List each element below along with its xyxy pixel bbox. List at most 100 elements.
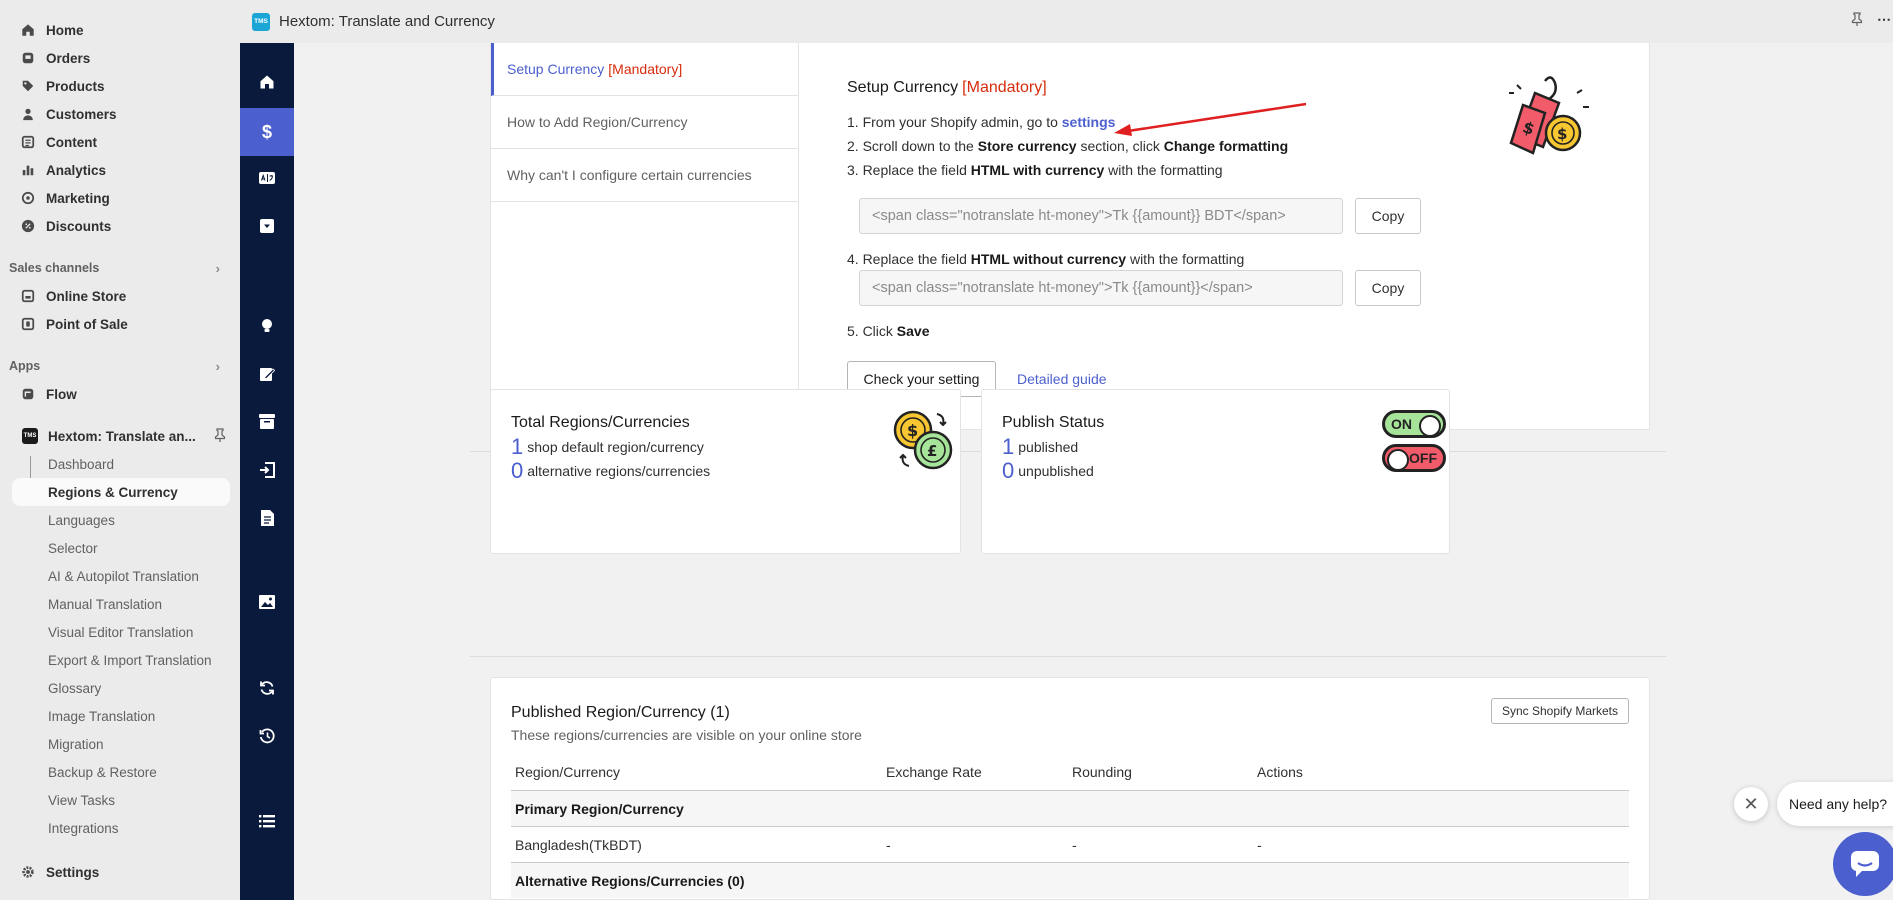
- off-toggle-label: OFF: [1409, 450, 1437, 466]
- copy-with-currency-button[interactable]: Copy: [1355, 198, 1421, 234]
- app-hextom-item[interactable]: TMS Hextom: Translate an...: [0, 422, 240, 450]
- sub-item-ai-autopilot[interactable]: AI & Autopilot Translation: [0, 562, 240, 590]
- nav-analytics-label: Analytics: [46, 162, 107, 178]
- sub-item-regions-currency[interactable]: Regions & Currency: [12, 478, 230, 506]
- shopify-sidebar: Home Orders Products Customers Content A…: [0, 0, 240, 900]
- chat-launcher-button[interactable]: [1833, 832, 1893, 896]
- pos-icon: [20, 316, 36, 332]
- tab-add-region-currency[interactable]: How to Add Region/Currency: [491, 96, 798, 149]
- app-sub-nav: Dashboard Regions & Currency Languages S…: [0, 450, 240, 842]
- gear-icon: [20, 864, 36, 880]
- dollar-icon: $: [261, 121, 272, 142]
- sub-item-image-translation[interactable]: Image Translation: [0, 702, 240, 730]
- rounding-cell: -: [1072, 836, 1077, 853]
- column-header-exchange-rate[interactable]: Exchange Rate: [886, 764, 982, 780]
- orders-icon: [20, 50, 36, 66]
- total-regions-card: Total Regions/Currencies 1 shop default r…: [490, 389, 961, 554]
- copy-without-currency-button[interactable]: Copy: [1355, 270, 1421, 306]
- nav-online-store[interactable]: Online Store: [0, 282, 240, 310]
- nav-orders[interactable]: Orders: [0, 44, 240, 72]
- main-content: Setup Currency [Mandatory] How to Add Re…: [294, 43, 1893, 900]
- on-toggle-label: ON: [1391, 416, 1412, 432]
- archive-icon: [259, 414, 275, 434]
- app-nav-languages[interactable]: [240, 156, 294, 204]
- total-regions-title: Total Regions/Currencies: [511, 414, 690, 431]
- app-nav-rail: $: [240, 43, 294, 900]
- column-header-actions[interactable]: Actions: [1257, 764, 1303, 780]
- app-nav-tasks[interactable]: [240, 800, 294, 848]
- nav-flow[interactable]: Flow: [0, 380, 240, 408]
- sub-item-languages[interactable]: Languages: [0, 506, 240, 534]
- tab-setup-currency[interactable]: Setup Currency [Mandatory]: [491, 43, 798, 96]
- chat-icon: [1851, 851, 1879, 877]
- sub-item-selector[interactable]: Selector: [0, 534, 240, 562]
- app-nav-selector[interactable]: [240, 204, 294, 252]
- sub-item-migration[interactable]: Migration: [0, 730, 240, 758]
- nav-marketing[interactable]: Marketing: [0, 184, 240, 212]
- actions-cell[interactable]: -: [1257, 837, 1262, 853]
- rate-cell: -: [886, 836, 891, 853]
- nav-discounts[interactable]: Discounts: [0, 212, 240, 240]
- history-icon: [259, 728, 275, 749]
- nav-settings[interactable]: Settings: [0, 858, 240, 886]
- pin-icon[interactable]: [1851, 12, 1863, 29]
- app-nav-currency[interactable]: $: [240, 108, 294, 156]
- chevron-right-icon: ›: [215, 358, 220, 374]
- price-tag-illustration-icon: $ $: [1509, 76, 1589, 155]
- more-options-icon[interactable]: ⋯: [1877, 11, 1891, 28]
- html-without-currency-field[interactable]: <span class="notranslate ht-money">Tk {{…: [859, 270, 1343, 306]
- step-4-text: 4. Replace the field: [847, 251, 971, 267]
- nav-home[interactable]: Home: [0, 16, 240, 44]
- app-title-bar: TMS Hextom: Translate and Currency ⋯: [240, 0, 1893, 43]
- sub-item-dashboard[interactable]: Dashboard: [0, 450, 240, 478]
- chevron-right-icon: ›: [215, 260, 220, 276]
- published-region-title: Published Region/Currency (1): [511, 704, 730, 721]
- app-nav-backup[interactable]: [240, 714, 294, 762]
- app-nav-manual[interactable]: [240, 352, 294, 400]
- person-icon: [20, 106, 36, 122]
- chat-close-button[interactable]: ✕: [1734, 787, 1768, 821]
- tag-icon: [20, 78, 36, 94]
- published-stat: 1 published: [1002, 434, 1078, 460]
- chat-help-bubble[interactable]: Need any help?: [1777, 782, 1893, 826]
- mandatory-badge: [Mandatory]: [608, 61, 683, 77]
- settings-link[interactable]: settings: [1062, 114, 1116, 130]
- nav-customers[interactable]: Customers: [0, 100, 240, 128]
- sub-item-manual-translation[interactable]: Manual Translation: [0, 590, 240, 618]
- nav-analytics[interactable]: Analytics: [0, 156, 240, 184]
- sub-item-backup-restore[interactable]: Backup & Restore: [0, 758, 240, 786]
- sub-item-integrations[interactable]: Integrations: [0, 814, 240, 842]
- app-nav-migration[interactable]: [240, 666, 294, 714]
- sync-shopify-markets-button[interactable]: Sync Shopify Markets: [1490, 698, 1629, 724]
- table-row[interactable]: Bangladesh(TkBDT) - - -: [511, 826, 1629, 862]
- guide-heading: Setup Currency [Mandatory]: [847, 79, 1047, 97]
- nav-point-of-sale[interactable]: Point of Sale: [0, 310, 240, 338]
- app-nav-home[interactable]: [240, 60, 294, 108]
- nav-content[interactable]: Content: [0, 128, 240, 156]
- app-nav-export-import[interactable]: [240, 448, 294, 496]
- home-icon: [20, 22, 36, 38]
- tab-configure-currencies[interactable]: Why can't I configure certain currencies: [491, 149, 798, 202]
- app-nav-image-translation[interactable]: [240, 580, 294, 628]
- sub-item-export-import[interactable]: Export & Import Translation: [0, 646, 240, 674]
- apps-header[interactable]: Apps ›: [0, 352, 240, 380]
- sales-channels-header[interactable]: Sales channels ›: [0, 254, 240, 282]
- step-5-bold: Save: [896, 323, 930, 339]
- sub-item-glossary[interactable]: Glossary: [0, 674, 240, 702]
- detailed-guide-link[interactable]: Detailed guide: [1017, 371, 1107, 387]
- unpublished-stat: 0 unpublished: [1002, 458, 1094, 484]
- column-header-region[interactable]: Region/Currency: [515, 764, 620, 780]
- nav-products[interactable]: Products: [0, 72, 240, 100]
- column-header-rounding[interactable]: Rounding: [1072, 764, 1132, 780]
- html-with-currency-field[interactable]: <span class="notranslate ht-money">Tk {{…: [859, 198, 1343, 234]
- app-nav-visual-editor[interactable]: [240, 400, 294, 448]
- nav-flow-label: Flow: [46, 386, 77, 402]
- pin-icon[interactable]: [214, 427, 226, 445]
- chat-help-text: Need any help?: [1789, 796, 1888, 812]
- sub-item-visual-editor[interactable]: Visual Editor Translation: [0, 618, 240, 646]
- nav-customers-label: Customers: [46, 106, 117, 122]
- app-nav-glossary[interactable]: [240, 496, 294, 544]
- app-nav-ai[interactable]: [240, 304, 294, 352]
- marketing-icon: [20, 190, 36, 206]
- sub-item-view-tasks[interactable]: View Tasks: [0, 786, 240, 814]
